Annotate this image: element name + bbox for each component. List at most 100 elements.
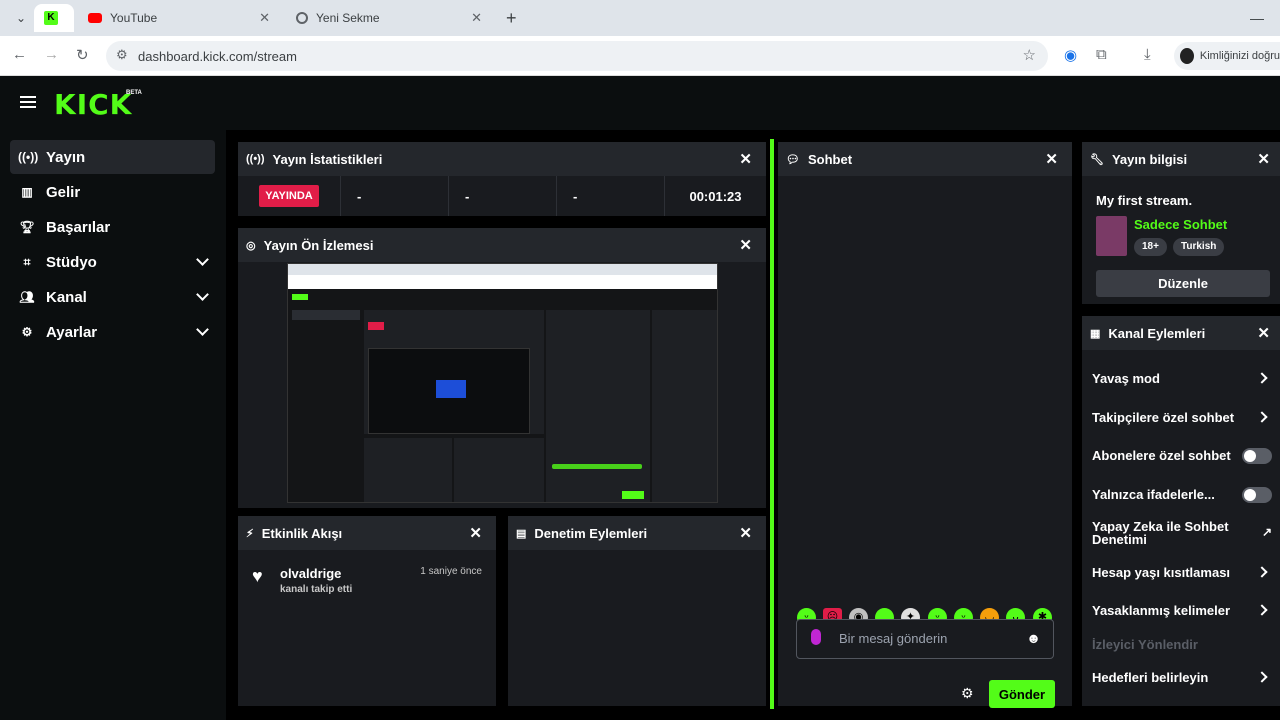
- address-bar[interactable]: ⚙ dashboard.kick.com/stream ☆: [106, 41, 1048, 71]
- sidebar-item-stream[interactable]: ((•)) Yayın: [10, 140, 215, 174]
- new-tab-button[interactable]: +: [496, 4, 520, 32]
- close-icon[interactable]: ✕: [739, 236, 752, 254]
- close-icon[interactable]: ✕: [1045, 150, 1058, 168]
- close-icon[interactable]: ✕: [1257, 150, 1270, 168]
- bookmark-star-icon[interactable]: ☆: [1023, 46, 1036, 64]
- category-thumbnail: [1096, 216, 1127, 256]
- edit-button[interactable]: Düzenle: [1096, 270, 1270, 297]
- event-username[interactable]: olvaldrige: [280, 566, 341, 581]
- tab-search-button[interactable]: ⌄: [6, 4, 30, 32]
- event-description: kanalı takip etti: [280, 584, 353, 595]
- chevron-down-icon: [196, 323, 209, 336]
- panel-header[interactable]: 💬︎ Sohbet ✕: [778, 142, 1072, 176]
- wrench-icon: 🔧︎: [1090, 153, 1104, 166]
- chevron-right-icon: [1256, 411, 1268, 423]
- tab-kick-dashboard[interactable]: K: [34, 4, 74, 32]
- close-icon[interactable]: ✕: [739, 524, 752, 542]
- tag-badge: Turkish: [1173, 238, 1225, 256]
- chat-input-placeholder: Bir mesaj gönderin: [839, 631, 948, 646]
- action-banned-words[interactable]: Yasaklanmış kelimeler: [1092, 603, 1278, 618]
- trophy-icon: 🏆︎: [19, 220, 35, 234]
- live-status-cell: YAYINDA: [238, 176, 340, 216]
- broadcast-icon: ((•)): [18, 150, 39, 164]
- panel-header[interactable]: ▦ Kanal Eylemleri ✕: [1082, 316, 1280, 350]
- action-emotes-only[interactable]: Yalnızca ifadelerle...: [1092, 487, 1278, 503]
- stream-preview-panel: ◎ Yayın Ön İzlemesi ✕: [238, 228, 766, 508]
- kick-favicon-icon: K: [44, 11, 58, 25]
- action-followers-only[interactable]: Takipçilere özel sohbet: [1092, 410, 1278, 425]
- send-button[interactable]: Gönder: [989, 680, 1055, 708]
- profile-chip[interactable]: Kimliğinizi doğru: [1174, 42, 1280, 70]
- sidebar-item-achievements[interactable]: 🏆︎ Başarılar: [10, 210, 215, 244]
- panel-header[interactable]: ((•)) Yayın İstatistikleri ✕: [238, 142, 766, 176]
- close-tab-icon[interactable]: ✕: [471, 10, 482, 26]
- minimize-button[interactable]: —: [1240, 4, 1264, 32]
- sidebar-item-revenue[interactable]: ▥ Gelir: [10, 175, 215, 209]
- tab-youtube[interactable]: YouTube ✕: [78, 4, 278, 32]
- chevron-down-icon: ⌄: [16, 11, 27, 25]
- panel-header[interactable]: ⚡︎ Etkinlik Akışı ✕: [238, 516, 496, 550]
- stat-viewers: -: [340, 176, 448, 216]
- close-icon[interactable]: ✕: [469, 524, 482, 542]
- activity-event: ♥ olvaldrige kanalı takip etti 1 saniye …: [238, 562, 496, 602]
- action-account-age[interactable]: Hesap yaşı kısıtlaması: [1092, 565, 1278, 580]
- stream-info-panel: 🔧︎ Yayın bilgisi ✕ My first stream. Sade…: [1082, 142, 1280, 304]
- chevron-right-icon: [1256, 671, 1268, 683]
- external-chart-icon: ↗: [1262, 525, 1273, 539]
- tab-new-tab[interactable]: Yeni Sekme ✕: [286, 4, 490, 32]
- browser-toolbar: ← → ↻ ⚙ dashboard.kick.com/stream ☆ ◉ ⧉ …: [0, 36, 1280, 76]
- channel-actions-icon: ▦: [1090, 327, 1101, 340]
- chevron-right-icon: [1256, 604, 1268, 616]
- back-arrow-icon[interactable]: ←: [12, 46, 27, 63]
- download-icon[interactable]: ⤓: [1144, 46, 1151, 63]
- youtube-favicon-icon: [88, 13, 102, 23]
- close-icon[interactable]: ✕: [739, 150, 752, 168]
- chat-settings-gear-icon[interactable]: ⚙: [961, 685, 974, 702]
- studio-icon: ⌗: [23, 254, 31, 269]
- hamburger-menu-icon[interactable]: [20, 96, 36, 108]
- panel-header[interactable]: ▤ Denetim Eylemleri ✕: [508, 516, 766, 550]
- activity-feed-panel: ⚡︎ Etkinlik Akışı ✕ ♥ olvaldrige kanalı …: [238, 516, 496, 706]
- action-slow-mode[interactable]: Yavaş mod: [1092, 371, 1278, 386]
- panel-header[interactable]: 🔧︎ Yayın bilgisi ✕: [1082, 142, 1280, 176]
- channel-actions-panel: ▦ Kanal Eylemleri ✕ Yavaş mod Takipçiler…: [1082, 316, 1280, 706]
- extension-globe-icon[interactable]: ◉: [1064, 46, 1077, 64]
- close-tab-icon[interactable]: ✕: [259, 10, 270, 26]
- stream-category[interactable]: Sadece Sohbet: [1134, 217, 1227, 232]
- stat-followers: -: [448, 176, 556, 216]
- panel-header[interactable]: ◎ Yayın Ön İzlemesi ✕: [238, 228, 766, 262]
- action-ai-moderation[interactable]: Yapay Zeka ile Sohbet Denetimi ↗: [1092, 520, 1272, 546]
- document-icon: ▤: [516, 527, 527, 540]
- users-icon: 👥︎: [19, 290, 35, 304]
- app-header: KICK BETA: [0, 76, 1280, 130]
- browser-tabbar: ⌄ K YouTube ✕ Yeni Sekme ✕ + —: [0, 0, 1280, 36]
- extensions-puzzle-icon[interactable]: ⧉: [1096, 46, 1107, 63]
- chevron-right-icon: [1256, 372, 1268, 384]
- plus-icon: +: [506, 7, 517, 28]
- chat-panel: 💬︎ Sohbet ✕ ᵕ ☹ ◉ ‿ ✦ ᵕ ᵕ ◡ ᴗ ✱ Bir mesa…: [778, 142, 1072, 708]
- action-subscribers-only[interactable]: Abonelere özel sohbet: [1092, 448, 1278, 464]
- chevron-down-icon: [196, 253, 209, 266]
- kick-logo[interactable]: KICK: [54, 88, 132, 121]
- stream-stats-panel: ((•)) Yayın İstatistikleri ✕ YAYINDA - -…: [238, 142, 766, 216]
- sidebar: ((•)) Yayın ▥ Gelir 🏆︎ Başarılar ⌗ Stüdy…: [0, 130, 226, 720]
- subscribers-only-toggle[interactable]: [1242, 448, 1272, 464]
- chart-icon: ▥: [21, 185, 33, 199]
- action-set-goals[interactable]: Hedefleri belirleyin: [1092, 670, 1278, 685]
- chat-message-input[interactable]: Bir mesaj gönderin ☻: [796, 619, 1054, 659]
- emotes-only-toggle[interactable]: [1242, 487, 1272, 503]
- sidebar-item-studio[interactable]: ⌗ Stüdyo: [10, 245, 215, 279]
- site-settings-icon[interactable]: ⚙: [116, 47, 128, 63]
- close-icon[interactable]: ✕: [1257, 324, 1270, 342]
- microphone-icon[interactable]: [811, 629, 821, 645]
- forward-arrow-icon[interactable]: →: [44, 46, 59, 63]
- lightning-icon: ⚡︎: [246, 527, 254, 540]
- panel-resize-divider[interactable]: [770, 139, 774, 709]
- sidebar-item-channel[interactable]: 👥︎ Kanal: [10, 280, 215, 314]
- reload-icon[interactable]: ↻: [76, 46, 89, 64]
- action-host-viewers: İzleyici Yönlendir: [1092, 637, 1198, 652]
- stream-preview-video[interactable]: [287, 263, 718, 503]
- beta-badge: BETA: [126, 90, 142, 96]
- emoji-icon[interactable]: ☻: [1026, 630, 1041, 646]
- sidebar-item-settings[interactable]: ⚙ Ayarlar: [10, 315, 215, 349]
